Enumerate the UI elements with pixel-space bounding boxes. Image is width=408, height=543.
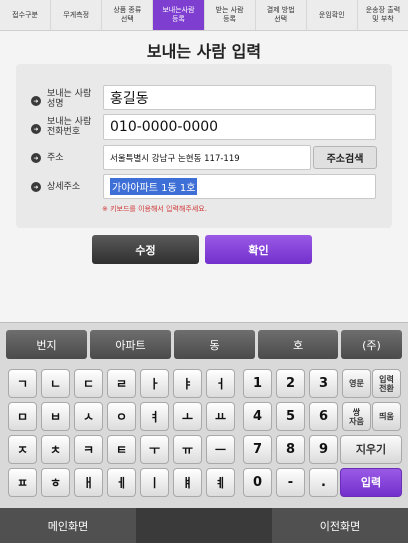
key-1-8[interactable]: 5 bbox=[276, 402, 305, 431]
key-3-0[interactable]: ㅍ bbox=[8, 468, 37, 497]
key-1-9[interactable]: 6 bbox=[309, 402, 338, 431]
enter-key[interactable]: 입력 bbox=[340, 468, 402, 497]
space-key[interactable]: 띄움 bbox=[372, 402, 401, 431]
previous-screen-button[interactable]: 이전화면 bbox=[272, 508, 408, 543]
shortcut-ho[interactable]: 호 bbox=[258, 330, 338, 359]
key-3-9[interactable]: . bbox=[309, 468, 338, 497]
step-bar: 접수구분 무게측정 상품 종류 선택 보내는사람 등록 받는 사람 등록 결제 … bbox=[0, 0, 408, 31]
key-2-0[interactable]: ㅈ bbox=[8, 435, 37, 464]
bullet-icon: ➜ bbox=[31, 153, 41, 163]
backspace-key[interactable]: 지우기 bbox=[340, 435, 402, 464]
key-2-6[interactable]: ㅡ bbox=[206, 435, 235, 464]
page-title: 보내는 사람 입력 bbox=[146, 42, 262, 61]
key-2-2[interactable]: ㅋ bbox=[74, 435, 103, 464]
key-1-3[interactable]: ㅇ bbox=[107, 402, 136, 431]
name-label: 보내는 사람 성명 bbox=[47, 89, 92, 109]
main-screen-button[interactable]: 메인화면 bbox=[0, 508, 136, 543]
step-8: 운송장 출력 및 부착 bbox=[365, 6, 401, 23]
address-label: 주소 bbox=[47, 153, 64, 163]
bullet-icon: ➜ bbox=[31, 182, 41, 192]
step-4-active: 보내는사람 등록 bbox=[153, 0, 205, 30]
step-3: 상품 종류 선택 bbox=[102, 0, 154, 30]
address-search-button[interactable]: 주소검색 bbox=[313, 146, 377, 169]
shortcut-apartment[interactable]: 아파트 bbox=[90, 330, 171, 359]
key-2-1[interactable]: ㅊ bbox=[41, 435, 70, 464]
detail-address-field[interactable]: 가야아파트 1동 1호 bbox=[103, 174, 376, 199]
lang-key[interactable]: 영문 bbox=[342, 369, 371, 398]
key-0-7[interactable]: 1 bbox=[243, 369, 272, 398]
key-3-4[interactable]: ㅣ bbox=[140, 468, 169, 497]
key-0-2[interactable]: ㄷ bbox=[74, 369, 103, 398]
step-7: 운임확인 bbox=[307, 0, 358, 30]
bottom-nav: 메인화면 이전화면 bbox=[0, 508, 408, 543]
key-2-8[interactable]: 8 bbox=[276, 435, 305, 464]
key-2-7[interactable]: 7 bbox=[243, 435, 272, 464]
step-2: 무게측정 bbox=[51, 0, 103, 30]
key-0-6[interactable]: ㅓ bbox=[206, 369, 235, 398]
selected-text: 가야아파트 1동 1호 bbox=[110, 178, 198, 195]
onscreen-keyboard: 번지 아파트 동 호 (주) ㄱㄴㄷㄹㅏㅑㅓ123 ㅁㅂㅅㅇㅕㅗㅛ456 ㅈㅊㅋㅌㅜ… bbox=[0, 322, 408, 508]
key-0-5[interactable]: ㅑ bbox=[173, 369, 202, 398]
step-6: 결제 방법 선택 bbox=[256, 0, 307, 30]
sender-form: ➜ 보내는 사람 성명 홍길동 ➜ 보내는 사람 전화번호 010-0000-0… bbox=[16, 64, 392, 228]
key-2-9[interactable]: 9 bbox=[309, 435, 338, 464]
shortcut-beonji[interactable]: 번지 bbox=[6, 330, 87, 359]
step-5: 받는 사람 등록 bbox=[205, 0, 256, 30]
phone-label: 보내는 사람 전화번호 bbox=[47, 117, 92, 137]
confirm-button[interactable]: 확인 bbox=[205, 235, 312, 264]
phone-field[interactable]: 010-0000-0000 bbox=[103, 114, 376, 140]
address-field[interactable]: 서울특별시 강남구 논현동 117-119 bbox=[103, 145, 311, 170]
key-1-7[interactable]: 4 bbox=[243, 402, 272, 431]
key-1-0[interactable]: ㅁ bbox=[8, 402, 37, 431]
key-2-3[interactable]: ㅌ bbox=[107, 435, 136, 464]
key-3-6[interactable]: ㅖ bbox=[206, 468, 235, 497]
input-note: ※ 키보드를 이용해서 입력해주세요. bbox=[102, 205, 207, 213]
bottom-spacer bbox=[136, 508, 272, 543]
name-field[interactable]: 홍길동 bbox=[103, 85, 376, 110]
key-0-9[interactable]: 3 bbox=[309, 369, 338, 398]
key-2-4[interactable]: ㅜ bbox=[140, 435, 169, 464]
key-0-3[interactable]: ㄹ bbox=[107, 369, 136, 398]
key-1-6[interactable]: ㅛ bbox=[206, 402, 235, 431]
step-1: 접수구분 bbox=[0, 0, 52, 30]
bullet-icon: ➜ bbox=[31, 96, 41, 106]
key-3-1[interactable]: ㅎ bbox=[41, 468, 70, 497]
key-1-1[interactable]: ㅂ bbox=[41, 402, 70, 431]
key-0-4[interactable]: ㅏ bbox=[140, 369, 169, 398]
shortcut-corp[interactable]: (주) bbox=[341, 330, 402, 359]
key-1-5[interactable]: ㅗ bbox=[173, 402, 202, 431]
edit-button[interactable]: 수정 bbox=[92, 235, 199, 264]
key-0-8[interactable]: 2 bbox=[276, 369, 305, 398]
key-3-8[interactable]: - bbox=[276, 468, 305, 497]
key-0-1[interactable]: ㄴ bbox=[41, 369, 70, 398]
detail-label: 상세주소 bbox=[47, 182, 81, 192]
shortcut-dong[interactable]: 동 bbox=[174, 330, 255, 359]
key-3-5[interactable]: ㅒ bbox=[173, 468, 202, 497]
key-2-5[interactable]: ㅠ bbox=[173, 435, 202, 464]
key-3-7[interactable]: 0 bbox=[243, 468, 272, 497]
key-3-3[interactable]: ㅔ bbox=[107, 468, 136, 497]
key-1-2[interactable]: ㅅ bbox=[74, 402, 103, 431]
key-1-4[interactable]: ㅕ bbox=[140, 402, 169, 431]
double-consonant-key[interactable]: 쌍 자음 bbox=[342, 402, 371, 431]
key-3-2[interactable]: ㅐ bbox=[74, 468, 103, 497]
mode-switch-key[interactable]: 입력 전환 bbox=[372, 369, 401, 398]
key-0-0[interactable]: ㄱ bbox=[8, 369, 37, 398]
bullet-icon: ➜ bbox=[31, 124, 41, 134]
